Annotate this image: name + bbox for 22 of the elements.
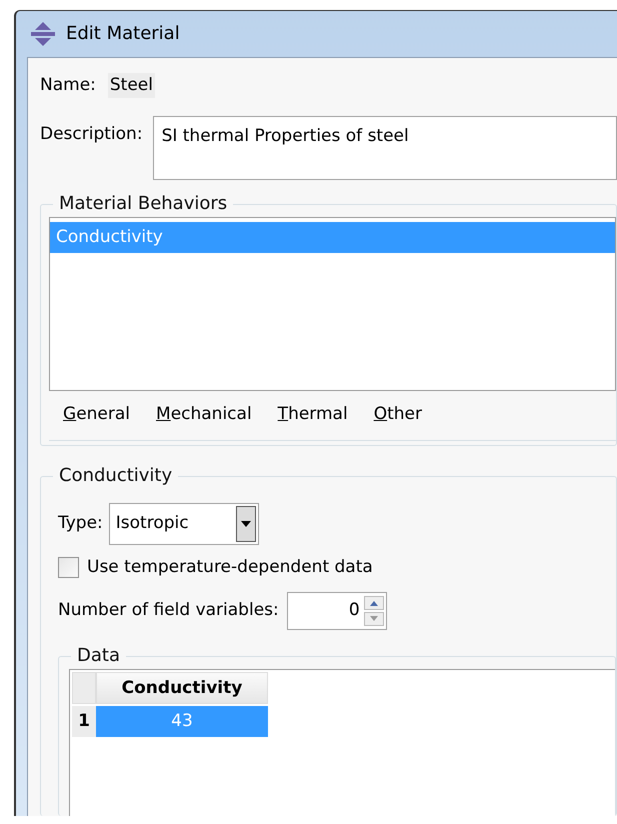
spin-box[interactable]: 0 bbox=[286, 592, 387, 630]
menu-item[interactable]: Mechanical bbox=[156, 402, 252, 428]
window-title: Edit Material bbox=[66, 22, 180, 46]
type-label: Type: bbox=[58, 512, 103, 535]
spin-arrows-icon bbox=[364, 596, 384, 626]
menu-item[interactable]: Other bbox=[374, 402, 422, 428]
type-dropdown[interactable]: Isotropic bbox=[108, 502, 259, 544]
app-icon bbox=[30, 20, 56, 47]
corner-header bbox=[72, 672, 96, 704]
caret-icon bbox=[236, 506, 256, 542]
row-number: 1 bbox=[72, 706, 96, 737]
name-label: Name: bbox=[40, 74, 96, 97]
name-value: Steel bbox=[108, 72, 155, 98]
menu-item[interactable]: General bbox=[63, 402, 130, 428]
column-header: Conductivity bbox=[96, 672, 268, 704]
checkbox-label: Use temperature-dependent data bbox=[87, 556, 373, 578]
menu-item[interactable]: Thermal bbox=[278, 402, 348, 428]
field-variables-label: Number of field variables: bbox=[58, 599, 279, 622]
description-label: Description: bbox=[40, 122, 143, 146]
description-field[interactable]: SI thermal Properties of steel bbox=[152, 116, 617, 180]
group-title: Conductivity bbox=[53, 464, 178, 486]
checkbox[interactable] bbox=[58, 556, 79, 578]
